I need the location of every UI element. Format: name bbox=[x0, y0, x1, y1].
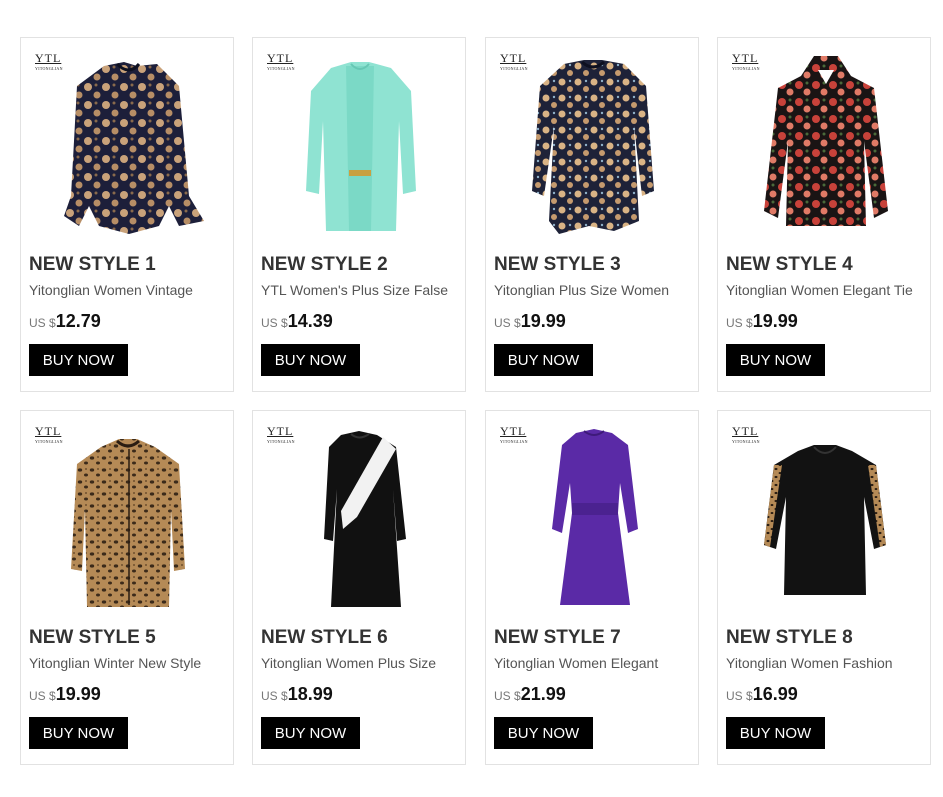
price-currency: US $ bbox=[494, 689, 521, 703]
price-amount: 19.99 bbox=[520, 311, 566, 331]
product-description[interactable]: Yitonglian Winter New Style bbox=[29, 655, 229, 675]
price-currency: US $ bbox=[261, 689, 288, 703]
product-image[interactable]: YTL YITONGLIAN bbox=[494, 46, 692, 242]
buy-now-button[interactable]: BUY NOW bbox=[726, 717, 825, 749]
product-image[interactable]: YTL YITONGLIAN bbox=[261, 46, 459, 242]
floral-navy-blouse-image bbox=[64, 62, 204, 234]
black-white-dress-image bbox=[324, 431, 406, 607]
floral-peplum-blouse-image bbox=[532, 60, 654, 234]
purple-dress-image bbox=[552, 429, 638, 605]
buy-now-button[interactable]: BUY NOW bbox=[261, 344, 360, 376]
brand-logo: YTL YITONGLIAN bbox=[732, 424, 760, 444]
product-grid: YTL YITONGLIAN NEW STYLE 1 Yitonglian Wom… bbox=[20, 37, 932, 767]
product-card[interactable]: YTL YITONGLIAN NEW STYLE 7 Yitonglian Wom… bbox=[485, 410, 699, 765]
mint-lace-cardigan-top-image bbox=[306, 62, 416, 231]
product-description[interactable]: Yitonglian Women Elegant Tie bbox=[726, 282, 926, 302]
product-description[interactable]: Yitonglian Women Plus Size bbox=[261, 655, 461, 675]
brand-logo: YTL YITONGLIAN bbox=[500, 424, 528, 444]
product-image[interactable]: YTL YITONGLIAN bbox=[494, 419, 692, 615]
product-image[interactable]: YTL YITONGLIAN bbox=[29, 46, 227, 242]
buy-now-button[interactable]: BUY NOW bbox=[261, 717, 360, 749]
product-price: US $21.99 bbox=[494, 684, 566, 705]
product-price: US $19.99 bbox=[29, 684, 101, 705]
price-currency: US $ bbox=[29, 689, 56, 703]
product-title[interactable]: NEW STYLE 1 bbox=[29, 254, 156, 276]
brand-logo: YTL YITONGLIAN bbox=[732, 51, 760, 71]
product-card[interactable]: YTL YITONGLIAN NEW STYLE 2 YTL Women's Pl… bbox=[252, 37, 466, 392]
product-card[interactable]: YTL YITONGLIAN NEW STYLE 8 Yitonglian Wom… bbox=[717, 410, 931, 765]
product-description[interactable]: YTL Women's Plus Size False bbox=[261, 282, 461, 302]
price-currency: US $ bbox=[494, 316, 521, 330]
buy-now-button[interactable]: BUY NOW bbox=[494, 344, 593, 376]
buy-now-button[interactable]: BUY NOW bbox=[494, 717, 593, 749]
price-currency: US $ bbox=[261, 316, 288, 330]
product-title[interactable]: NEW STYLE 3 bbox=[494, 254, 621, 276]
product-description[interactable]: Yitonglian Women Vintage bbox=[29, 282, 229, 302]
red-floral-blouse-image bbox=[764, 56, 888, 226]
product-title[interactable]: NEW STYLE 2 bbox=[261, 254, 388, 276]
price-currency: US $ bbox=[726, 689, 753, 703]
product-card[interactable]: YTL YITONGLIAN NEW STYLE 4 Yitonglian Wom… bbox=[717, 37, 931, 392]
brand-logo: YTL YITONGLIAN bbox=[500, 51, 528, 71]
product-price: US $19.99 bbox=[494, 311, 566, 332]
buy-now-button[interactable]: BUY NOW bbox=[29, 344, 128, 376]
product-card[interactable]: YTL YITONGLIAN NEW STYLE 1 Yitonglian Wom… bbox=[20, 37, 234, 392]
product-price: US $12.79 bbox=[29, 311, 101, 332]
price-amount: 14.39 bbox=[287, 311, 333, 331]
brand-logo: YTL YITONGLIAN bbox=[267, 51, 295, 71]
brand-logo: YTL YITONGLIAN bbox=[35, 424, 63, 444]
price-amount: 21.99 bbox=[520, 684, 566, 704]
product-description[interactable]: Yitonglian Plus Size Women bbox=[494, 282, 694, 302]
product-title[interactable]: NEW STYLE 5 bbox=[29, 627, 156, 649]
product-description[interactable]: Yitonglian Women Elegant bbox=[494, 655, 694, 675]
price-amount: 12.79 bbox=[55, 311, 101, 331]
price-amount: 19.99 bbox=[752, 311, 798, 331]
leopard-coat-image bbox=[71, 439, 185, 607]
product-image[interactable]: YTL YITONGLIAN bbox=[29, 419, 227, 615]
brand-logo: YTL YITONGLIAN bbox=[267, 424, 295, 444]
product-price: US $18.99 bbox=[261, 684, 333, 705]
buy-now-button[interactable]: BUY NOW bbox=[29, 717, 128, 749]
product-image[interactable]: YTL YITONGLIAN bbox=[726, 419, 924, 615]
product-title[interactable]: NEW STYLE 8 bbox=[726, 627, 853, 649]
price-currency: US $ bbox=[726, 316, 753, 330]
product-description[interactable]: Yitonglian Women Fashion bbox=[726, 655, 926, 675]
price-amount: 16.99 bbox=[752, 684, 798, 704]
product-price: US $19.99 bbox=[726, 311, 798, 332]
product-card[interactable]: YTL YITONGLIAN NEW STYLE 6 Yitonglian Wom… bbox=[252, 410, 466, 765]
product-image[interactable]: YTL YITONGLIAN bbox=[261, 419, 459, 615]
price-amount: 18.99 bbox=[287, 684, 333, 704]
black-leopard-sleeve-top-image bbox=[764, 445, 886, 595]
product-price: US $14.39 bbox=[261, 311, 333, 332]
product-title[interactable]: NEW STYLE 4 bbox=[726, 254, 853, 276]
product-image[interactable]: YTL YITONGLIAN bbox=[726, 46, 924, 242]
product-card[interactable]: YTL YITONGLIAN NEW STYLE 3 Yitonglian Plu… bbox=[485, 37, 699, 392]
product-title[interactable]: NEW STYLE 7 bbox=[494, 627, 621, 649]
price-currency: US $ bbox=[29, 316, 56, 330]
product-title[interactable]: NEW STYLE 6 bbox=[261, 627, 388, 649]
price-amount: 19.99 bbox=[55, 684, 101, 704]
buy-now-button[interactable]: BUY NOW bbox=[726, 344, 825, 376]
product-price: US $16.99 bbox=[726, 684, 798, 705]
brand-logo: YTL YITONGLIAN bbox=[35, 51, 63, 71]
product-card[interactable]: YTL YITONGLIAN NEW STYLE 5 Yitonglian Win… bbox=[20, 410, 234, 765]
